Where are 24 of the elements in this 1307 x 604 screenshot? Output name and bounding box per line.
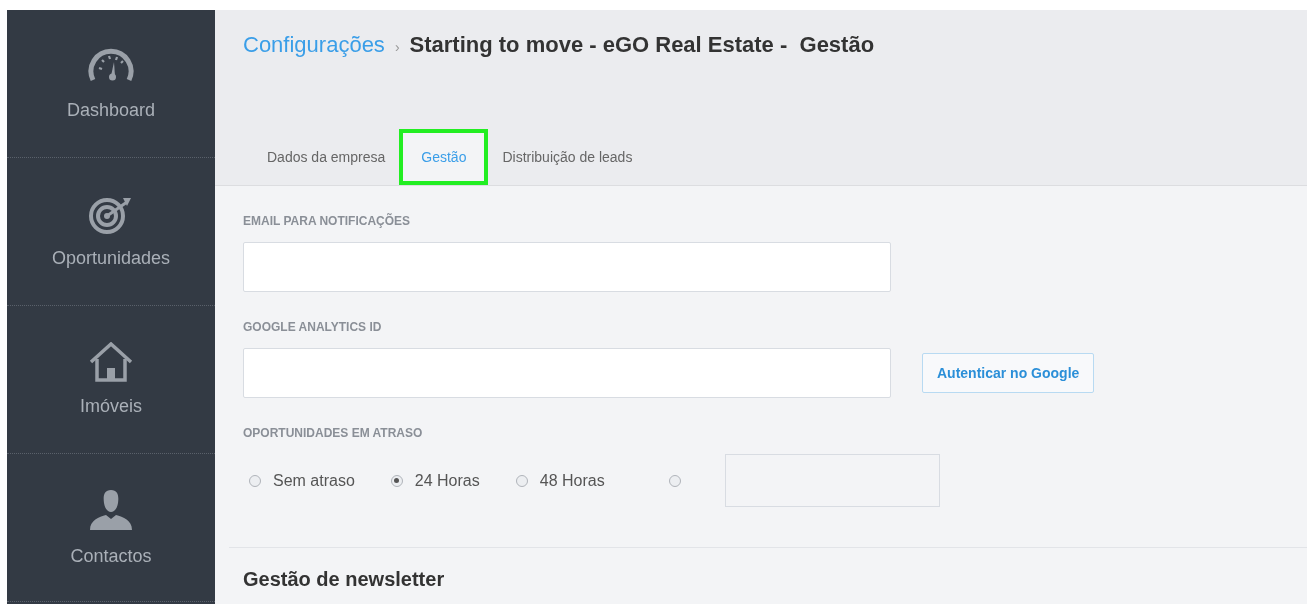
tab[interactable]: Distribuição de leads — [488, 131, 647, 185]
radio-button[interactable] — [390, 474, 403, 487]
sidebar-label: Imóveis — [80, 396, 142, 417]
sidebar-label: Oportunidades — [51, 248, 171, 269]
tab[interactable]: Gestão — [399, 129, 489, 185]
field-label: EMAIL PARA NOTIFICAÇÕES — [243, 214, 412, 228]
radio-button[interactable] — [515, 474, 528, 487]
radio-button[interactable] — [249, 474, 261, 487]
sidebar-label: Contactos — [70, 546, 152, 567]
email-field[interactable] — [243, 242, 891, 292]
sidebar-label: Dashboard — [66, 100, 156, 121]
radio-label: 48 Horas — [539, 471, 605, 490]
radio-button[interactable] — [668, 474, 681, 487]
radio-label: Sem atraso — [273, 471, 355, 490]
tab[interactable]: Dados da empresa — [253, 131, 400, 185]
authenticate-button[interactable]: Autenticar no Google — [922, 353, 1095, 393]
field-label: OPORTUNIDADES EM ATRASO — [243, 426, 424, 440]
radio-label: 24 Horas — [414, 471, 480, 490]
custom-delay-field[interactable] — [724, 454, 940, 507]
page-title: Starting to move - eGO Real Estate - Gestão — [409, 32, 875, 58]
analytics-id-field[interactable] — [243, 348, 891, 398]
breadcrumb-separator: › — [394, 39, 400, 55]
section-heading: Gestão de newsletter — [243, 568, 446, 591]
field-label: GOOGLE ANALYTICS ID — [243, 320, 383, 334]
